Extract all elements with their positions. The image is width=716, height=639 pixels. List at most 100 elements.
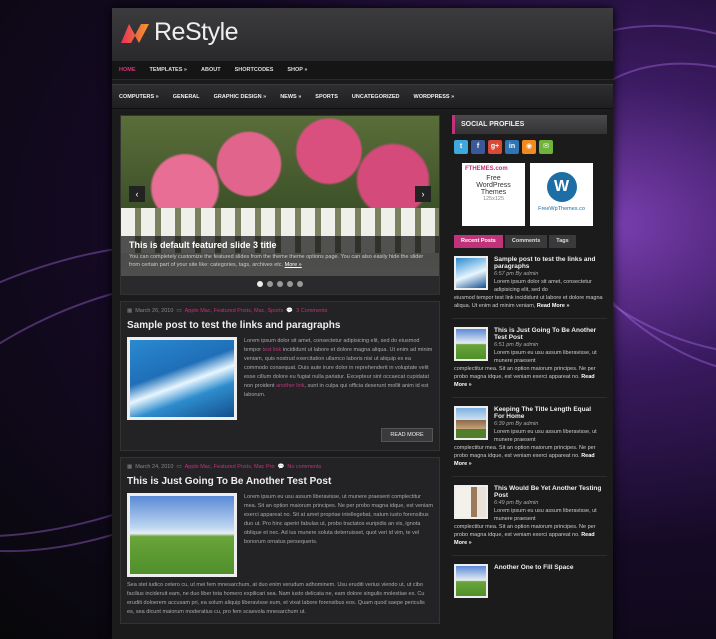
- recent-post-item: Keeping The Title Length Equal For Home …: [452, 406, 607, 468]
- linkedin-icon[interactable]: in: [505, 140, 519, 154]
- post-categories[interactable]: Apple Mac, Featured Posts, Mac Pro: [185, 464, 275, 470]
- post-card: ▦ March 24, 2010 ▭ Apple Mac, Featured P…: [120, 457, 440, 624]
- email-icon[interactable]: ✉: [539, 140, 553, 154]
- post-thumbnail[interactable]: [127, 337, 237, 420]
- recent-post-excerpt: complectitur mea. Sit an option maiorum …: [454, 365, 605, 389]
- post-excerpt: Lorem ipsum eu usu assum liberavisse, ut…: [244, 494, 433, 545]
- recent-post-excerpt: complectitur mea. Sit an option maiorum …: [454, 523, 605, 547]
- slider-pagination: [121, 281, 439, 289]
- tab-comments[interactable]: Comments: [504, 235, 548, 248]
- logo-mark-icon: [121, 23, 149, 43]
- recent-post-thumbnail[interactable]: [454, 564, 488, 598]
- slider-next-button[interactable]: ›: [415, 186, 431, 202]
- post-card: ▦ March 26, 2010 ▭ Apple Mac, Featured P…: [120, 301, 440, 451]
- divider: [452, 397, 607, 398]
- site-header: ReStyle: [112, 8, 613, 61]
- post-excerpt: Lorem ipsum dolor sit amet, consectetur …: [244, 337, 433, 420]
- recent-post-date: 6:51 pm By admin: [494, 342, 539, 348]
- page-wrapper: ReStyle HOME TEMPLATES » ABOUT SHORTCODE…: [112, 8, 613, 639]
- ad-freewpthemes[interactable]: W FreeWpThemes.co: [530, 163, 593, 226]
- sidebar-tabs: Recent Posts Comments Tags: [454, 235, 607, 248]
- slide-text-body: You can completely customize the feature…: [129, 254, 424, 268]
- read-more-button[interactable]: READ MORE: [381, 428, 433, 442]
- category-item-news[interactable]: NEWS »: [280, 94, 301, 100]
- tab-tags[interactable]: Tags: [549, 235, 576, 248]
- nav-item-shortcodes[interactable]: SHORTCODES: [235, 67, 274, 73]
- slider-prev-button[interactable]: ‹: [129, 186, 145, 202]
- twitter-icon[interactable]: t: [454, 140, 468, 154]
- category-item-general[interactable]: GENERAL: [173, 94, 200, 100]
- comment-icon: 💬: [286, 308, 294, 314]
- recent-post-title[interactable]: Sample post to test the links and paragr…: [494, 256, 602, 270]
- slider-dot[interactable]: [277, 281, 283, 287]
- category-nav: COMPUTERS » GENERAL GRAPHIC DESIGN » NEW…: [112, 84, 613, 109]
- recent-post-title[interactable]: Another One to Fill Space: [494, 564, 602, 571]
- divider: [452, 318, 607, 319]
- recent-post-text: Lorem ipsum eu usu assum liberavisse, ut…: [494, 429, 597, 443]
- post-categories[interactable]: Apple Mac, Featured Posts, Mac, Sports: [185, 308, 284, 314]
- post-thumbnail[interactable]: [127, 493, 237, 577]
- post-title[interactable]: Sample post to test the links and paragr…: [127, 320, 433, 331]
- slider-dot[interactable]: [257, 281, 263, 287]
- ad-fthemes[interactable]: FTHEMES.com Free WordPress Themes 125x12…: [462, 163, 525, 226]
- recent-post-excerpt-text: eiusmod tempor test link incididunt ut l…: [454, 295, 603, 309]
- recent-post-item: This Would Be Yet Another Testing Post 6…: [452, 485, 607, 547]
- recent-post-item: Sample post to test the links and paragr…: [452, 256, 607, 310]
- category-item-graphic-design[interactable]: GRAPHIC DESIGN »: [214, 94, 267, 100]
- slider-dot[interactable]: [267, 281, 273, 287]
- post-date: March 26, 2010: [135, 308, 174, 314]
- slide-title: This is default featured slide 3 title: [129, 240, 277, 250]
- category-item-wordpress[interactable]: WORDPRESS »: [414, 94, 455, 100]
- slider-dot[interactable]: [287, 281, 293, 287]
- post-body: Lorem ipsum dolor sit amet, consectetur …: [127, 337, 433, 420]
- social-profiles-title: SOCIAL PROFILES: [452, 115, 607, 134]
- recent-post-date: 6:49 pm By admin: [494, 500, 539, 506]
- nav-item-templates[interactable]: TEMPLATES »: [150, 67, 188, 73]
- recent-post-title[interactable]: This Would Be Yet Another Testing Post: [494, 485, 602, 499]
- read-more-link[interactable]: Read More »: [537, 303, 570, 309]
- recent-post-item: This is Just Going To Be Another Test Po…: [452, 327, 607, 389]
- nav-item-about[interactable]: ABOUT: [201, 67, 221, 73]
- rss-icon[interactable]: ◉: [522, 140, 536, 154]
- recent-post-excerpt: complectitur mea. Sit an option maiorum …: [454, 444, 605, 468]
- test-link[interactable]: test link: [263, 347, 282, 353]
- recent-post-head: This Would Be Yet Another Testing Post 6…: [494, 485, 602, 523]
- category-item-sports[interactable]: SPORTS: [315, 94, 338, 100]
- social-icons: t f g+ in ◉ ✉: [454, 140, 607, 154]
- recent-post-thumbnail[interactable]: [454, 256, 488, 290]
- another-link[interactable]: another link: [276, 383, 304, 389]
- ad-size: 125x125: [482, 196, 505, 202]
- sidebar: SOCIAL PROFILES t f g+ in ◉ ✉ FTHEMES.co…: [452, 115, 607, 598]
- post-meta: ▦ March 24, 2010 ▭ Apple Mac, Featured P…: [127, 464, 433, 470]
- nav-item-home[interactable]: HOME: [119, 67, 136, 73]
- folder-icon: ▭: [176, 464, 182, 470]
- slide-more-link[interactable]: More »: [285, 262, 302, 268]
- recent-post-excerpt-text: complectitur mea. Sit an option maiorum …: [454, 524, 596, 538]
- post-comments-link[interactable]: No comments: [287, 464, 321, 470]
- nav-item-shop[interactable]: SHOP »: [287, 67, 307, 73]
- google-plus-icon[interactable]: g+: [488, 140, 502, 154]
- recent-post-thumbnail[interactable]: [454, 406, 488, 440]
- post-date: March 24, 2010: [135, 464, 174, 470]
- divider: [452, 476, 607, 477]
- ad-line: Themes: [480, 189, 507, 196]
- recent-post-date: 6:57 pm By admin: [494, 271, 539, 277]
- ad-line: Free: [486, 175, 501, 182]
- site-logo[interactable]: ReStyle: [120, 18, 239, 47]
- category-item-computers[interactable]: COMPUTERS »: [119, 94, 159, 100]
- recent-post-title[interactable]: This is Just Going To Be Another Test Po…: [494, 327, 602, 341]
- recent-post-thumbnail[interactable]: [454, 327, 488, 361]
- post-body: Lorem ipsum eu usu assum liberavisse, ut…: [127, 493, 433, 577]
- ad-brand: FTHEMES.com: [465, 166, 508, 172]
- slider-dot[interactable]: [297, 281, 303, 287]
- tab-recent-posts[interactable]: Recent Posts: [454, 235, 503, 248]
- category-item-uncategorized[interactable]: UNCATEGORIZED: [352, 94, 400, 100]
- facebook-icon[interactable]: f: [471, 140, 485, 154]
- featured-slider: ‹ › This is default featured slide 3 tit…: [120, 115, 440, 295]
- recent-post-text: Lorem ipsum eu usu assum liberavisse, ut…: [494, 350, 597, 364]
- post-title[interactable]: This is Just Going To Be Another Test Po…: [127, 476, 433, 487]
- comment-icon: 💬: [277, 464, 285, 470]
- post-comments-link[interactable]: 3 Comments: [296, 308, 327, 314]
- recent-post-title[interactable]: Keeping The Title Length Equal For Home: [494, 406, 602, 420]
- recent-post-thumbnail[interactable]: [454, 485, 488, 519]
